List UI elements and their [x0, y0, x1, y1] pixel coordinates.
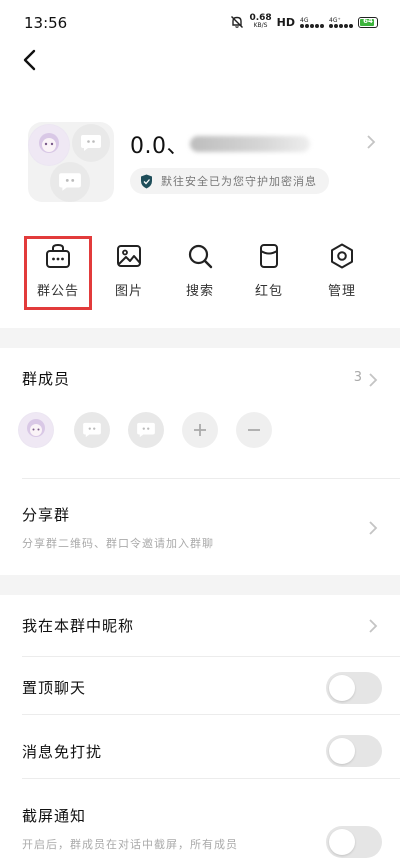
- nickname-label: 我在本群中昵称: [22, 617, 135, 635]
- member-count: 3: [353, 370, 362, 385]
- search-icon: [188, 244, 213, 269]
- plus-icon: [194, 424, 206, 436]
- divider: [22, 478, 400, 479]
- blurred-name: [190, 136, 310, 152]
- signal-2-label: 4G⁺: [329, 16, 341, 24]
- signal-1: 4G: [300, 17, 324, 28]
- member-avatar[interactable]: [18, 412, 54, 448]
- member-avatar-anime: [28, 124, 70, 166]
- chevron-right-icon: [367, 135, 376, 149]
- highlight-box: [24, 236, 92, 310]
- shield-icon: [141, 174, 152, 188]
- speed-value: 0.68: [249, 13, 272, 23]
- minus-icon: [248, 429, 260, 431]
- image-icon: [117, 245, 141, 267]
- member-avatar[interactable]: [74, 412, 110, 448]
- mute-label: 消息免打扰: [22, 743, 103, 761]
- network-speed: 0.68 KB/S: [249, 14, 271, 30]
- divider: [22, 714, 400, 715]
- add-member-button[interactable]: [182, 412, 218, 448]
- back-arrow-icon: [23, 49, 36, 71]
- section-gap: [0, 575, 400, 595]
- pin-chat-label: 置顶聊天: [22, 679, 87, 697]
- section-gap: [0, 328, 400, 348]
- secure-text: 默往安全已为您守护加密消息: [161, 175, 317, 188]
- members-title: 群成员: [22, 370, 71, 388]
- divider: [22, 656, 400, 657]
- screenshot-label: 截屏通知: [22, 807, 87, 825]
- red-packet-label: 红包: [254, 284, 283, 299]
- red-packet-button[interactable]: 红包: [236, 236, 302, 310]
- group-name: 0.0、: [130, 134, 189, 159]
- signal-2: 4G⁺: [329, 17, 353, 28]
- group-header[interactable]: 0.0、 默往安全已为您守护加密消息: [0, 110, 400, 210]
- divider: [22, 778, 400, 779]
- search-button[interactable]: 搜索: [167, 236, 233, 310]
- member-avatar-default: [72, 124, 110, 162]
- speed-unit: KB/S: [253, 22, 268, 29]
- screenshot-subtitle: 开启后，群成员在对话中截屏，所有成员: [22, 838, 238, 851]
- manage-button[interactable]: 管理: [309, 236, 375, 310]
- battery-level: 64: [363, 16, 373, 25]
- back-button[interactable]: [18, 46, 44, 74]
- signal-1-label: 4G: [300, 16, 309, 24]
- mute-toggle[interactable]: [326, 735, 382, 767]
- status-indicators: 0.68 KB/S HD 4G 4G⁺ 64: [230, 12, 378, 32]
- status-time: 13:56: [24, 14, 68, 32]
- hd-indicator: HD: [276, 15, 295, 29]
- group-avatar: [28, 122, 114, 202]
- red-packet-icon: [260, 244, 278, 268]
- remove-member-button[interactable]: [236, 412, 272, 448]
- share-subtitle: 分享群二维码、群口令邀请加入群聊: [22, 537, 214, 550]
- battery-icon: 64: [358, 16, 378, 28]
- search-label: 搜索: [185, 284, 214, 299]
- chevron-right-icon: [369, 521, 378, 535]
- mute-bell-icon: [231, 16, 244, 28]
- chevron-right-icon: [369, 619, 378, 633]
- screenshot-toggle[interactable]: [326, 826, 382, 858]
- settings-hex-icon: [331, 243, 353, 269]
- share-title: 分享群: [22, 506, 71, 524]
- member-avatar-default: [50, 162, 90, 202]
- chevron-right-icon: [369, 373, 378, 387]
- status-bar: 13:56 0.68 KB/S HD 4G 4G⁺ 64: [0, 0, 400, 46]
- images-button[interactable]: 图片: [96, 236, 162, 310]
- member-avatar[interactable]: [128, 412, 164, 448]
- manage-label: 管理: [327, 284, 356, 299]
- images-label: 图片: [114, 284, 143, 299]
- secure-badge: 默往安全已为您守护加密消息: [130, 168, 329, 194]
- pin-chat-toggle[interactable]: [326, 672, 382, 704]
